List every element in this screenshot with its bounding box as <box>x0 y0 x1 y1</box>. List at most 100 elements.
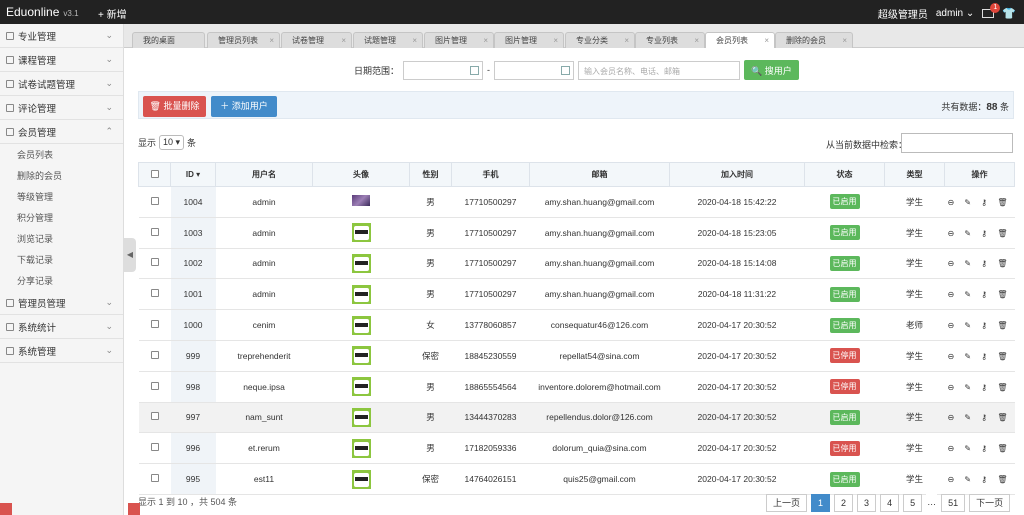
row-checkbox-cell[interactable] <box>138 216 171 249</box>
tab-item[interactable]: 图片管理 × <box>424 32 494 48</box>
header-status[interactable]: 状态 <box>804 162 885 187</box>
table-row[interactable]: 998 neque.ipsa 男 18865554564 inventore.dolor… <box>138 370 1015 403</box>
row-checkbox[interactable] <box>150 227 159 236</box>
sidebar-menu-item[interactable]: 会员管理 ⌃ <box>0 120 123 144</box>
select-all-checkbox[interactable] <box>150 169 159 178</box>
close-icon[interactable]: × <box>694 33 699 48</box>
row-checkbox-cell[interactable] <box>138 339 171 372</box>
page-button[interactable]: 4 <box>880 494 900 512</box>
prev-page-button[interactable]: 上一页 <box>766 494 808 512</box>
table-row[interactable]: 1002 admin 男 17710500297 amy.shan.huang@gmai… <box>138 247 1015 280</box>
close-icon[interactable]: × <box>341 33 346 48</box>
header-phone[interactable]: 手机 <box>451 162 530 187</box>
keyword-input[interactable]: 输入会员名称、电话、邮箱 <box>578 60 741 80</box>
header-type[interactable]: 类型 <box>884 162 945 187</box>
next-page-button[interactable]: 下一页 <box>969 494 1011 512</box>
row-action-icons[interactable]: ⊖ ✎ ⚷ 🗑 <box>947 413 1011 422</box>
sidebar-menu-item[interactable]: 课程管理 ⌄ <box>0 48 123 72</box>
sidebar-menu-item[interactable]: 评论管理 ⌄ <box>0 96 123 120</box>
row-checkbox-cell[interactable] <box>138 186 171 218</box>
header-email[interactable]: 邮箱 <box>529 162 670 187</box>
date-start-input[interactable] <box>403 60 484 80</box>
sidebar-menu-item[interactable]: 试卷试题管理 ⌄ <box>0 72 123 96</box>
close-icon[interactable]: × <box>553 33 558 48</box>
page-size-select[interactable]: 10 ▾ <box>159 135 185 150</box>
table-row[interactable]: 1000 cenim 女 13778060857 consequatur46@126.c… <box>138 309 1015 341</box>
sidebar-menu-item[interactable]: 系统统计 ⌄ <box>0 315 123 339</box>
header-id[interactable]: ID ▾ <box>170 162 216 187</box>
sidebar-menu-item[interactable]: 系统管理 ⌄ <box>0 339 123 363</box>
sidebar-subitem[interactable]: 等级管理 <box>0 186 123 207</box>
page-button[interactable]: 5 <box>903 494 923 512</box>
sidebar-menu-item[interactable]: 专业管理 ⌄ <box>0 24 123 48</box>
sidebar-subitem[interactable]: 下载记录 <box>0 249 123 270</box>
tab-item[interactable]: 专业分类 × <box>565 32 635 48</box>
theme-icon[interactable]: 👕 <box>1002 7 1016 20</box>
row-action-icons[interactable]: ⊖ ✎ ⚷ 🗑 <box>947 444 1011 453</box>
close-icon[interactable]: × <box>483 33 488 48</box>
row-checkbox[interactable] <box>150 412 159 421</box>
table-search-input[interactable] <box>901 133 1013 153</box>
row-action-icons[interactable]: ⊖ ✎ ⚷ 🗑 <box>947 259 1011 268</box>
row-checkbox-cell[interactable] <box>138 401 171 434</box>
page-button[interactable]: 51 <box>941 494 966 512</box>
tab-item[interactable]: 试题管理 × <box>353 32 423 48</box>
row-action-icons[interactable]: ⊖ ✎ ⚷ 🗑 <box>947 229 1011 238</box>
sidebar-subitem[interactable]: 删除的会员 <box>0 165 123 186</box>
page-button[interactable]: 1 <box>811 494 831 512</box>
search-user-button[interactable]: 🔍 搜用户 <box>744 60 799 80</box>
close-icon[interactable]: × <box>624 33 629 48</box>
row-checkbox-cell[interactable] <box>138 432 171 465</box>
tab-item[interactable]: 图片管理 × <box>494 32 564 48</box>
table-row[interactable]: 999 treprehenderit 保密 18845230559 repellat54… <box>138 339 1015 372</box>
header-username[interactable]: 用户名 <box>215 162 313 187</box>
date-end-input[interactable] <box>494 60 575 80</box>
table-row[interactable]: 1001 admin 男 17710500297 amy.shan.huang@gmai… <box>138 278 1015 311</box>
sidebar-subitem[interactable]: 会员列表 <box>0 144 123 165</box>
close-icon[interactable]: × <box>269 33 274 48</box>
row-action-icons[interactable]: ⊖ ✎ ⚷ 🗑 <box>947 321 1011 330</box>
table-row[interactable]: 996 et.rerum 男 17182059336 dolorum_quia@sina… <box>138 432 1015 465</box>
tab-item[interactable]: 试卷管理 × <box>281 32 352 48</box>
row-checkbox[interactable] <box>150 320 159 329</box>
tab-item[interactable]: 我的桌面 <box>132 32 205 48</box>
select-all-header[interactable] <box>138 162 171 187</box>
row-checkbox[interactable] <box>150 289 159 298</box>
table-row[interactable]: 1003 admin 男 17710500297 amy.shan.huang@gmai… <box>138 216 1015 249</box>
row-action-icons[interactable]: ⊖ ✎ ⚷ 🗑 <box>947 475 1011 484</box>
row-checkbox-cell[interactable] <box>138 309 171 341</box>
row-checkbox[interactable] <box>150 381 159 390</box>
row-action-icons[interactable]: ⊖ ✎ ⚷ 🗑 <box>947 352 1011 361</box>
header-joined[interactable]: 加入时间 <box>669 162 805 187</box>
page-button[interactable]: 2 <box>834 494 854 512</box>
row-checkbox-cell[interactable] <box>138 370 171 403</box>
close-icon[interactable]: × <box>412 33 417 48</box>
close-icon[interactable]: × <box>842 33 847 48</box>
row-checkbox-cell[interactable] <box>138 278 171 311</box>
sidebar-subitem[interactable]: 分享记录 <box>0 270 123 291</box>
sidebar-menu-item[interactable]: 管理员管理 ⌄ <box>0 291 123 315</box>
tab-item[interactable]: 管理员列表 × <box>207 32 280 48</box>
app-brand[interactable]: Eduonline v3.1 <box>6 5 79 19</box>
tab-item[interactable]: 删除的会员 × <box>775 32 853 48</box>
row-checkbox-cell[interactable] <box>138 247 171 280</box>
header-gender[interactable]: 性别 <box>409 162 452 187</box>
sidebar-toggle[interactable]: ◀ <box>124 238 136 272</box>
table-row[interactable]: 997 nam_sunt 男 13444370283 repellendus.dolor… <box>138 401 1015 434</box>
row-checkbox-cell[interactable] <box>138 463 171 495</box>
user-menu[interactable]: admin ⌄ <box>936 8 974 19</box>
row-checkbox[interactable] <box>150 196 159 205</box>
table-row[interactable]: 1004 admin 男 17710500297 amy.shan.huang@gmai… <box>138 186 1015 218</box>
row-checkbox[interactable] <box>150 258 159 267</box>
row-action-icons[interactable]: ⊖ ✎ ⚷ 🗑 <box>947 290 1011 299</box>
row-checkbox[interactable] <box>150 474 159 483</box>
sidebar-subitem[interactable]: 浏览记录 <box>0 228 123 249</box>
close-icon[interactable]: × <box>764 33 769 48</box>
row-action-icons[interactable]: ⊖ ✎ ⚷ 🗑 <box>947 198 1011 207</box>
page-button[interactable]: 3 <box>857 494 877 512</box>
tab-item[interactable]: 专业列表 × <box>635 32 705 48</box>
row-action-icons[interactable]: ⊖ ✎ ⚷ 🗑 <box>947 383 1011 392</box>
batch-delete-button[interactable]: 🗑 批量删除 <box>143 96 206 117</box>
add-user-button[interactable]: ＋ 添加用户 <box>211 96 277 117</box>
new-menu-button[interactable]: + 新增 <box>98 6 127 21</box>
